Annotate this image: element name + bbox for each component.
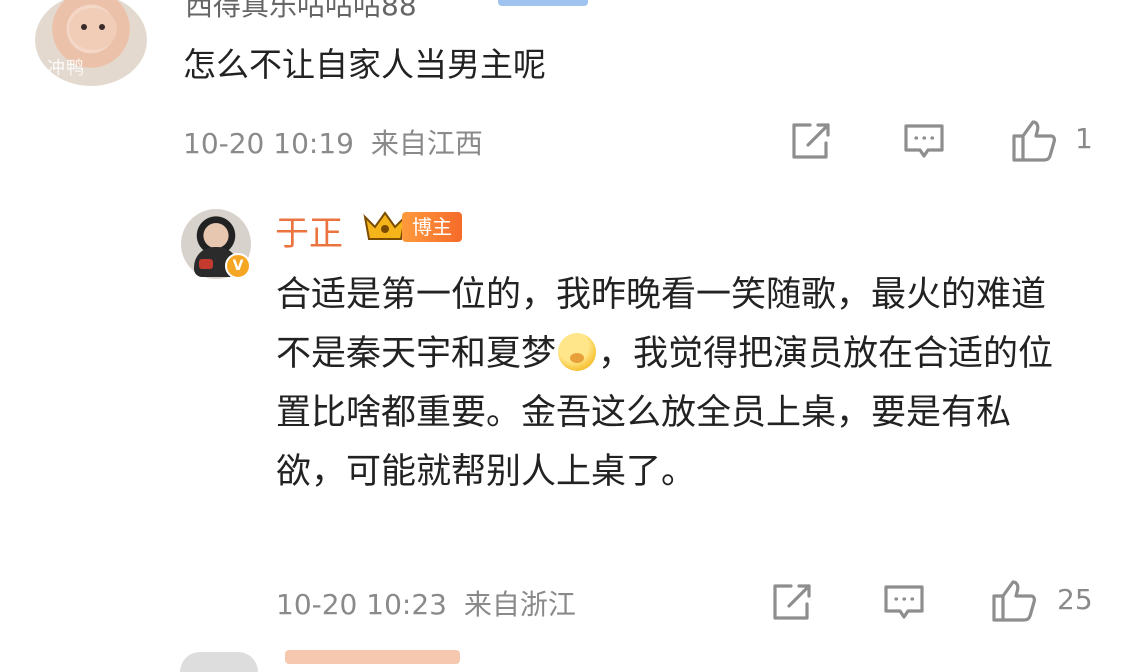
comment-timestamp: 10-20 10:19 — [183, 127, 354, 160]
reply-location: 来自浙江 — [463, 588, 576, 621]
avatar-face — [69, 8, 117, 50]
reply-text: 合适是第一位的，我昨晚看一笑随歌，最火的难道不是秦天宇和夏梦 ，我觉得把演员放在合… — [276, 266, 1076, 502]
commenter-badge — [498, 0, 588, 6]
commenter-avatar[interactable]: 冲鸭 — [35, 0, 147, 86]
reply-timestamp: 10-20 10:23 — [276, 588, 447, 621]
share-icon[interactable] — [771, 582, 815, 622]
comment-location: 来自江西 — [370, 127, 483, 160]
comment-icon[interactable] — [902, 122, 946, 162]
avatar-eye — [99, 24, 105, 30]
like-count: 1 — [1075, 122, 1093, 155]
like-count: 25 — [1057, 583, 1093, 616]
avatar-detail — [199, 259, 213, 269]
commenter-username[interactable]: 西得真乐咕咕咕88 — [185, 0, 417, 24]
thumbs-up-icon[interactable] — [1011, 118, 1057, 162]
blogger-username[interactable]: 于正 — [275, 206, 343, 255]
avatar-caption: 冲鸭 — [47, 58, 85, 79]
next-username — [285, 650, 460, 664]
comment-icon[interactable] — [882, 583, 926, 623]
verified-badge: V — [225, 253, 251, 279]
reply-meta: 10-20 10:23 来自浙江 — [276, 583, 576, 623]
thinking-emoji-icon — [558, 333, 597, 371]
blogger-tag: 博主 — [402, 212, 462, 242]
share-icon[interactable] — [790, 121, 834, 161]
blogger-avatar[interactable]: V — [181, 209, 251, 279]
avatar-eye — [81, 24, 87, 30]
thumbs-up-icon[interactable] — [991, 578, 1037, 622]
comment-meta: 10-20 10:19 来自江西 — [183, 122, 483, 162]
next-avatar — [180, 652, 258, 672]
comment-text: 怎么不让自家人当男主呢 — [183, 45, 546, 84]
